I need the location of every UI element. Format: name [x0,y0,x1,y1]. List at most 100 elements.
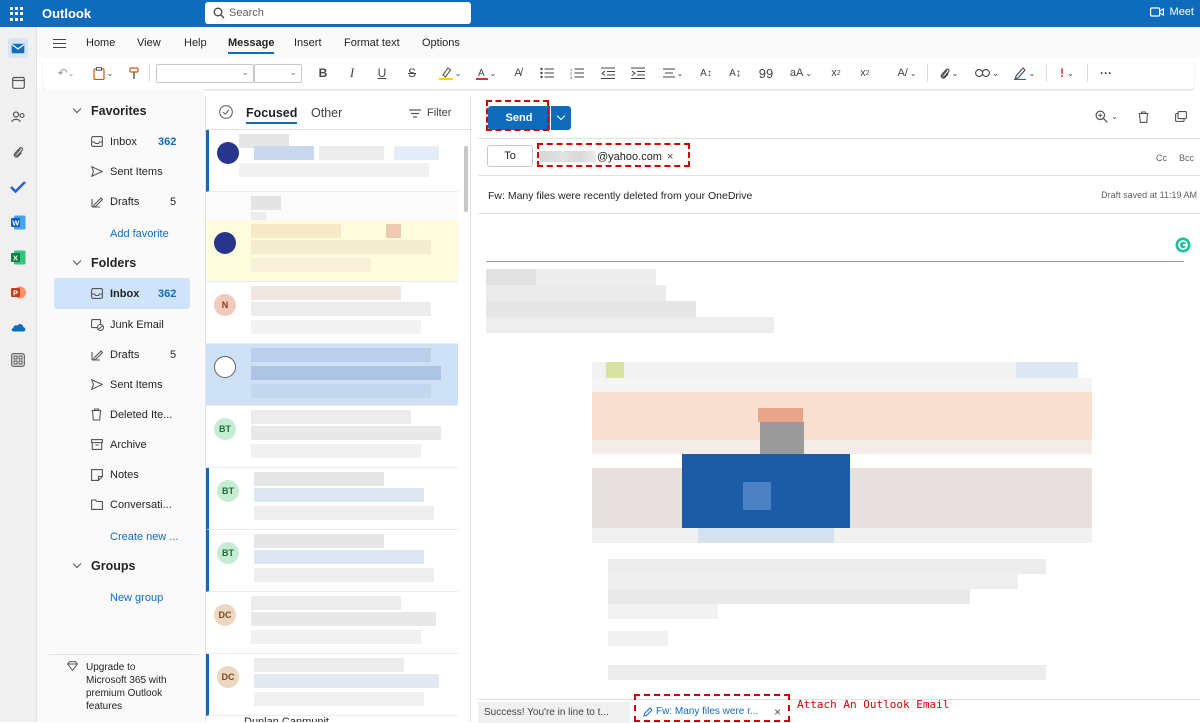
chevron-down-icon [556,111,566,121]
pop-out-icon[interactable] [1175,111,1187,122]
people-icon[interactable] [8,107,28,127]
chevron-down-icon[interactable] [72,104,82,114]
new-group-link[interactable]: New group [110,592,163,604]
search-box[interactable]: Search [205,2,471,24]
folder-conversation-history[interactable]: Conversati... [54,494,189,516]
paragraph-spacing-icon[interactable]: A↨ [727,64,743,82]
font-size-select[interactable]: ⌄ [254,64,302,83]
subject-field[interactable]: Fw: Many files were recently deleted fro… [488,190,752,202]
tab-message[interactable]: Message [228,37,275,54]
folder-junk-email[interactable]: Junk Email [54,314,189,336]
decrease-indent-icon[interactable] [600,64,616,82]
zoom-icon [1095,110,1108,123]
chevron-down-icon[interactable] [72,256,82,266]
message-row[interactable]: BT [206,406,458,468]
attachment-icon[interactable] [8,142,28,162]
select-all-icon[interactable] [219,105,233,119]
calendar-icon[interactable] [8,72,28,92]
importance-icon[interactable]: ! ⌄ [1054,64,1080,82]
folders-header[interactable]: Folders [91,256,136,270]
bullets-icon[interactable] [539,64,555,82]
message-row[interactable]: DC [206,654,458,716]
subscript-icon[interactable]: x2 [828,64,844,82]
mail-icon[interactable] [8,38,28,58]
favorites-header[interactable]: Favorites [91,104,147,118]
message-row[interactable] [206,130,458,192]
numbering-icon[interactable]: 123 [569,64,585,82]
message-row[interactable]: DC [206,592,458,654]
tab-home[interactable]: Home [86,37,115,49]
more-options-icon[interactable]: ··· [1097,64,1115,82]
ribbon-tabs: Home View Help Message Insert Format tex… [37,27,1200,58]
discard-icon[interactable] [1138,111,1149,123]
tab-help[interactable]: Help [184,37,207,49]
onedrive-icon[interactable] [8,317,28,337]
message-row[interactable]: BT [206,530,458,592]
attach-file-icon[interactable]: ⌄ [935,64,963,82]
align-icon[interactable]: ⌄ [660,64,686,82]
tab-focused[interactable]: Focused [246,106,298,124]
undo-icon[interactable]: ↶ ⌄ [53,64,79,82]
chevron-down-icon[interactable] [72,559,82,569]
cc-button[interactable]: Cc [1156,153,1167,163]
add-favorite-link[interactable]: Add favorite [110,228,169,240]
strikethrough-icon[interactable]: S [405,64,419,82]
zoom-button[interactable]: ⌄ [1095,110,1118,123]
favorite-sent-items[interactable]: Sent Items [54,161,189,183]
paste-icon[interactable]: ⌄ [89,64,117,82]
word-icon[interactable]: W [8,212,28,232]
to-button[interactable]: To [487,145,533,167]
bold-icon[interactable]: B [315,64,331,82]
success-notification[interactable]: Success! You're in line to t... [478,702,630,723]
filter-button[interactable]: Filter [409,107,451,119]
quote-icon[interactable]: 99 [758,64,774,82]
message-row[interactable]: N [206,282,458,344]
favorite-inbox[interactable]: Inbox 362 [54,131,189,153]
avatar: DC [217,666,239,688]
clear-formatting-icon[interactable]: A̸ [510,64,526,82]
message-row[interactable] [206,220,458,282]
underline-icon[interactable]: U [375,64,389,82]
increase-indent-icon[interactable] [630,64,646,82]
app-launcher-icon[interactable] [10,7,24,21]
styles-icon[interactable]: A/⌄ [893,64,921,82]
format-painter-icon[interactable] [127,64,141,82]
more-apps-icon[interactable] [8,350,28,370]
italic-icon[interactable]: I [345,64,359,82]
superscript-icon[interactable]: x2 [857,64,873,82]
upgrade-promo[interactable]: Upgrade to Microsoft 365 with premium Ou… [86,661,167,713]
change-case-icon[interactable]: aA ⌄ [787,64,815,82]
bcc-button[interactable]: Bcc [1179,153,1194,163]
tab-other[interactable]: Other [311,106,342,120]
highlight-icon[interactable]: ⌄ [435,64,465,82]
signature-icon[interactable]: ⌄ [1010,64,1038,82]
scrollbar[interactable] [464,146,468,212]
tab-view[interactable]: View [137,37,161,49]
message-row[interactable] [206,344,458,406]
todo-icon[interactable] [8,177,28,197]
font-color-icon[interactable]: A ⌄ [473,64,499,82]
create-new-folder-link[interactable]: Create new ... [110,531,178,543]
groups-header[interactable]: Groups [91,559,135,573]
powerpoint-icon[interactable]: P [8,282,28,302]
tab-options[interactable]: Options [422,37,460,49]
tab-format-text[interactable]: Format text [344,37,400,49]
favorite-drafts[interactable]: Drafts 5 [54,191,189,213]
line-spacing-icon[interactable]: A↕ [698,64,714,82]
select-message-checkbox[interactable] [214,356,236,378]
tab-insert[interactable]: Insert [294,37,322,49]
send-options-button[interactable] [551,106,571,130]
folder-inbox[interactable]: Inbox 362 [54,278,190,309]
meet-now-button[interactable]: Meet [1149,6,1194,18]
folder-archive[interactable]: Archive [54,434,189,456]
folder-sent-items[interactable]: Sent Items [54,374,189,396]
grammarly-icon[interactable] [1175,237,1191,253]
folder-notes[interactable]: Notes [54,464,189,486]
folder-deleted-items[interactable]: Deleted Ite... [54,404,189,426]
hamburger-menu-icon[interactable] [53,39,66,48]
folder-drafts[interactable]: Drafts 5 [54,344,189,366]
message-row[interactable]: BT [206,468,458,530]
font-family-select[interactable]: ⌄ [156,64,254,83]
excel-icon[interactable]: X [8,247,28,267]
link-icon[interactable]: ⌄ [972,64,1002,82]
